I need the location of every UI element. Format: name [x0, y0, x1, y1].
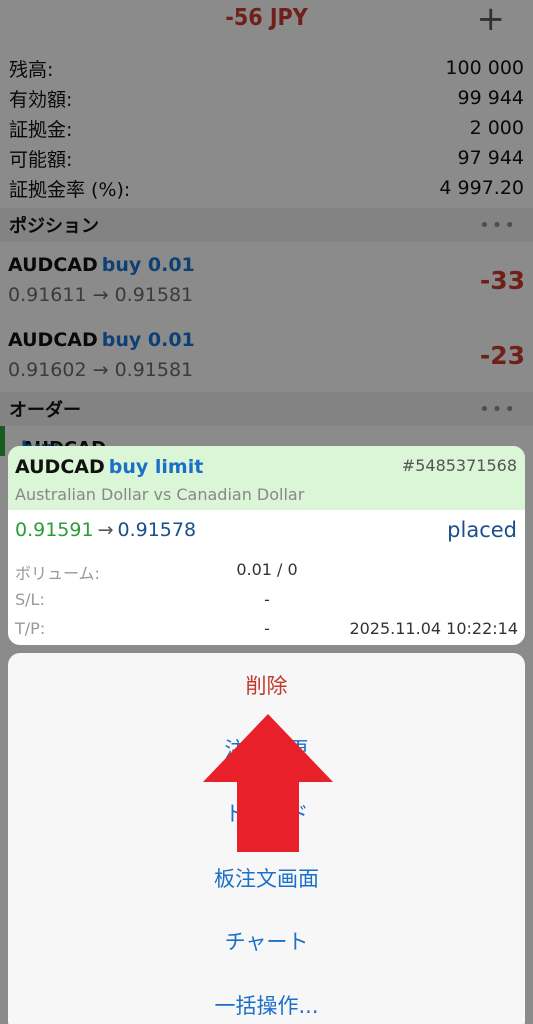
- sl-value: -: [264, 590, 270, 609]
- order-status: placed: [447, 518, 517, 542]
- order-detail-header: AUDCAD buy limit #5485371568 Australian D…: [8, 446, 525, 510]
- volume-label: ボリューム:: [15, 564, 100, 583]
- order-time: 2025.11.04 10:22:14: [349, 619, 518, 638]
- red-up-arrow-annotation: [203, 714, 333, 852]
- depth-of-market-button[interactable]: 板注文画面: [8, 848, 525, 910]
- delete-button[interactable]: 削除: [8, 655, 525, 717]
- stop-loss-row: S/L: -: [15, 590, 518, 616]
- sl-label: S/L:: [15, 590, 45, 609]
- order-side: buy limit: [108, 456, 204, 478]
- order-prices: 0.91591 → 0.91578: [15, 519, 196, 541]
- symbol-text: AUDCAD: [15, 456, 105, 478]
- volume-row: ボリューム: 0.01 / 0: [15, 560, 518, 586]
- chart-button[interactable]: チャート: [8, 911, 525, 973]
- tp-label: T/P:: [15, 619, 46, 638]
- arrow-right-icon: →: [97, 519, 114, 541]
- bulk-operations-button[interactable]: 一括操作...: [8, 975, 525, 1024]
- order-detail-card: AUDCAD buy limit #5485371568 Australian D…: [8, 446, 525, 645]
- symbol-description: Australian Dollar vs Canadian Dollar: [15, 485, 305, 504]
- volume-value: 0.01 / 0: [236, 560, 298, 579]
- current-price: 0.91578: [117, 519, 197, 541]
- order-symbol: AUDCAD buy limit: [15, 456, 203, 478]
- take-profit-row: T/P: - 2025.11.04 10:22:14: [15, 619, 518, 645]
- order-ticket: #5485371568: [401, 456, 517, 475]
- tp-value: -: [264, 619, 270, 638]
- order-price: 0.91591: [15, 519, 94, 541]
